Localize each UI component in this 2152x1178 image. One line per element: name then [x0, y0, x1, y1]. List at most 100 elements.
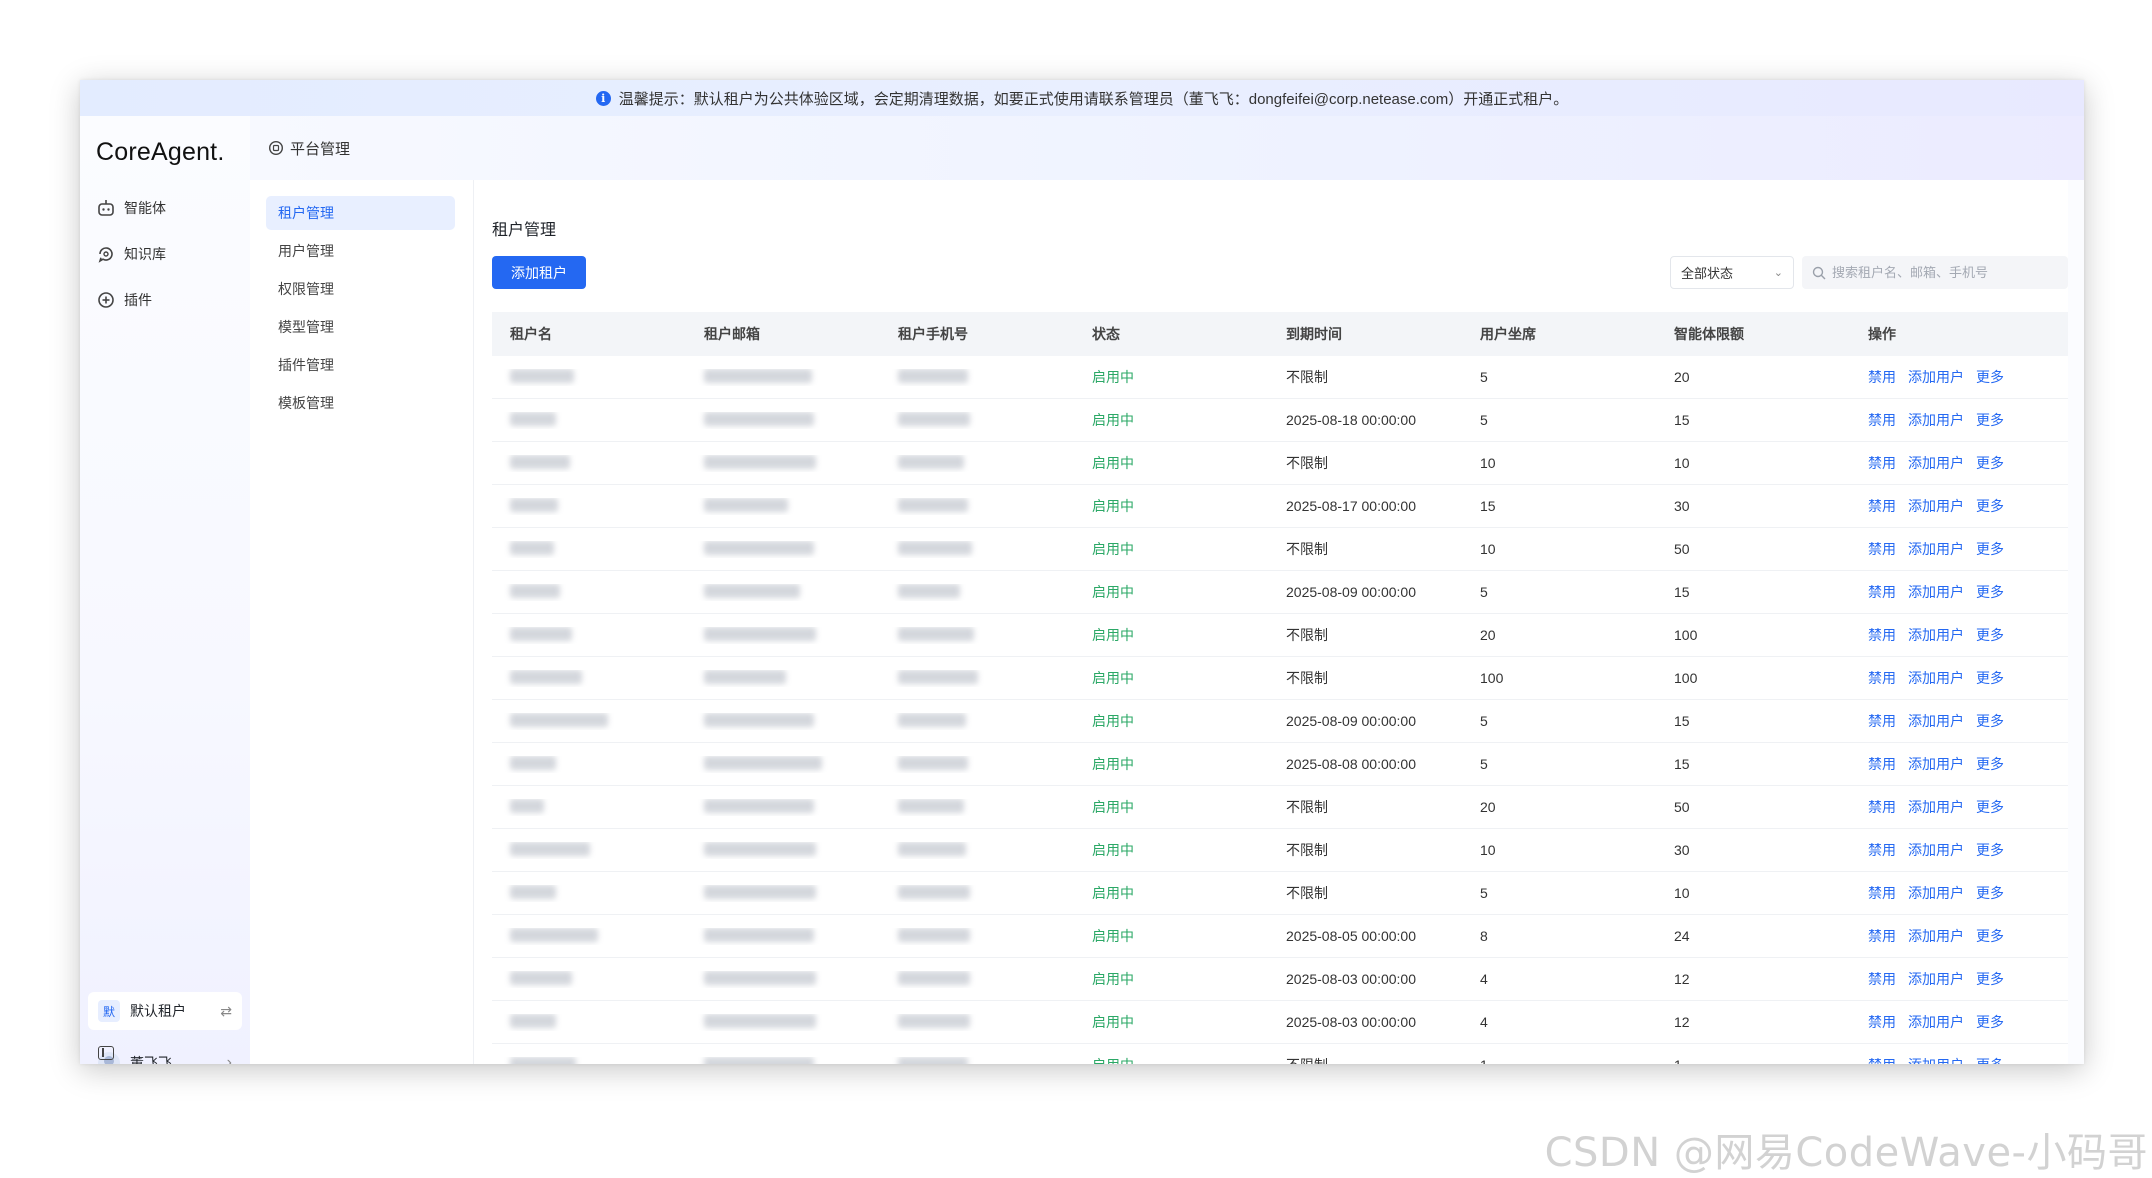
disable-link[interactable]: 禁用	[1868, 1014, 1896, 1030]
disable-link[interactable]: 禁用	[1868, 412, 1896, 428]
disable-link[interactable]: 禁用	[1868, 842, 1896, 858]
tenant-switcher[interactable]: 默 默认租户 ⇄	[88, 992, 242, 1030]
redacted-value	[898, 368, 968, 383]
subnav-item-templates[interactable]: 模板管理	[266, 386, 455, 420]
sidebar-item-plugins[interactable]: 插件	[96, 290, 152, 310]
column-header: 租户手机号	[898, 326, 968, 342]
add-user-link[interactable]: 添加用户	[1908, 756, 1964, 772]
sidebar-item-agents[interactable]: 智能体	[96, 198, 166, 218]
more-link[interactable]: 更多	[1976, 541, 2004, 557]
sidebar-item-knowledge[interactable]: 知识库	[96, 244, 166, 264]
add-user-link[interactable]: 添加用户	[1908, 670, 1964, 686]
disable-link[interactable]: 禁用	[1868, 498, 1896, 514]
tenant-email-cell	[686, 970, 880, 988]
more-link[interactable]: 更多	[1976, 369, 2004, 385]
tenant-email-cell	[686, 454, 880, 472]
tenant-badge: 默	[98, 1000, 120, 1022]
add-user-link[interactable]: 添加用户	[1908, 412, 1964, 428]
status-cell: 启用中	[1092, 369, 1134, 385]
redacted-value	[898, 884, 970, 899]
add-user-link[interactable]: 添加用户	[1908, 928, 1964, 944]
add-user-link[interactable]: 添加用户	[1908, 713, 1964, 729]
more-link[interactable]: 更多	[1976, 498, 2004, 514]
tenant-email-cell	[686, 368, 880, 386]
redacted-value	[898, 583, 960, 598]
redacted-value	[898, 798, 964, 813]
add-user-link[interactable]: 添加用户	[1908, 1014, 1964, 1030]
disable-link[interactable]: 禁用	[1868, 455, 1896, 471]
disable-link[interactable]: 禁用	[1868, 971, 1896, 987]
more-link[interactable]: 更多	[1976, 885, 2004, 901]
more-link[interactable]: 更多	[1976, 842, 2004, 858]
disable-link[interactable]: 禁用	[1868, 670, 1896, 686]
more-link[interactable]: 更多	[1976, 713, 2004, 729]
add-user-link[interactable]: 添加用户	[1908, 584, 1964, 600]
search-input[interactable]	[1832, 265, 2052, 280]
seats-cell: 5	[1480, 369, 1488, 385]
quota-cell: 10	[1674, 455, 1690, 471]
disable-link[interactable]: 禁用	[1868, 713, 1896, 729]
disable-link[interactable]: 禁用	[1868, 756, 1896, 772]
redacted-value	[510, 411, 556, 426]
more-link[interactable]: 更多	[1976, 799, 2004, 815]
more-link[interactable]: 更多	[1976, 412, 2004, 428]
redacted-value	[704, 411, 814, 426]
redacted-value	[510, 884, 556, 899]
plugin-icon	[98, 292, 114, 308]
collapse-sidebar-icon[interactable]	[98, 1046, 114, 1060]
more-link[interactable]: 更多	[1976, 1014, 2004, 1030]
subnav-item-users[interactable]: 用户管理	[266, 234, 455, 268]
redacted-value	[510, 1013, 556, 1028]
more-link[interactable]: 更多	[1976, 584, 2004, 600]
subnav-item-plugins[interactable]: 插件管理	[266, 348, 455, 382]
actions-cell: 禁用添加用户更多	[1850, 367, 2068, 387]
add-user-link[interactable]: 添加用户	[1908, 885, 1964, 901]
add-user-link[interactable]: 添加用户	[1908, 627, 1964, 643]
disable-link[interactable]: 禁用	[1868, 541, 1896, 557]
disable-link[interactable]: 禁用	[1868, 799, 1896, 815]
table-row: 启用中 2025-08-18 00:00:00 5 15 禁用 添加用户 更多	[492, 399, 2068, 442]
add-tenant-button[interactable]: 添加租户	[492, 256, 586, 289]
status-filter-select[interactable]: 全部状态 ⌄	[1670, 256, 1794, 289]
redacted-value	[898, 1013, 970, 1028]
disable-link[interactable]: 禁用	[1868, 1057, 1896, 1064]
more-link[interactable]: 更多	[1976, 756, 2004, 772]
add-user-link[interactable]: 添加用户	[1908, 842, 1964, 858]
disable-link[interactable]: 禁用	[1868, 369, 1896, 385]
subnav-item-tenants[interactable]: 租户管理	[266, 196, 455, 230]
disable-link[interactable]: 禁用	[1868, 627, 1896, 643]
page-header-title: 平台管理	[290, 140, 351, 158]
add-user-link[interactable]: 添加用户	[1908, 1057, 1964, 1064]
add-user-link[interactable]: 添加用户	[1908, 498, 1964, 514]
add-user-link[interactable]: 添加用户	[1908, 369, 1964, 385]
more-link[interactable]: 更多	[1976, 455, 2004, 471]
tenant-name-cell	[492, 583, 686, 601]
add-user-link[interactable]: 添加用户	[1908, 541, 1964, 557]
search-box[interactable]	[1802, 256, 2068, 289]
disable-link[interactable]: 禁用	[1868, 928, 1896, 944]
redacted-value	[510, 1056, 576, 1064]
add-user-link[interactable]: 添加用户	[1908, 799, 1964, 815]
tenant-name-cell	[492, 927, 686, 945]
more-link[interactable]: 更多	[1976, 670, 2004, 686]
add-user-link[interactable]: 添加用户	[1908, 971, 1964, 987]
subnav-item-models[interactable]: 模型管理	[266, 310, 455, 344]
redacted-value	[510, 368, 574, 383]
actions-cell: 禁用添加用户更多	[1850, 969, 2068, 989]
more-link[interactable]: 更多	[1976, 1057, 2004, 1064]
more-link[interactable]: 更多	[1976, 627, 2004, 643]
add-user-link[interactable]: 添加用户	[1908, 455, 1964, 471]
tenant-phone-cell	[880, 1013, 1074, 1031]
more-link[interactable]: 更多	[1976, 928, 2004, 944]
disable-link[interactable]: 禁用	[1868, 885, 1896, 901]
expire-time-cell: 不限制	[1286, 455, 1328, 471]
table-header: 租户名 租户邮箱 租户手机号 状态 到期时间 用户坐席 智能体限额 操作	[492, 312, 2068, 356]
more-link[interactable]: 更多	[1976, 971, 2004, 987]
tenant-name: 默认租户	[130, 1003, 186, 1019]
swap-icon[interactable]: ⇄	[220, 1003, 232, 1020]
disable-link[interactable]: 禁用	[1868, 584, 1896, 600]
subnav-item-permissions[interactable]: 权限管理	[266, 272, 455, 306]
quota-cell: 1	[1656, 1057, 1850, 1064]
redacted-value	[704, 970, 816, 985]
actions-cell: 禁用添加用户更多	[1850, 496, 2068, 516]
